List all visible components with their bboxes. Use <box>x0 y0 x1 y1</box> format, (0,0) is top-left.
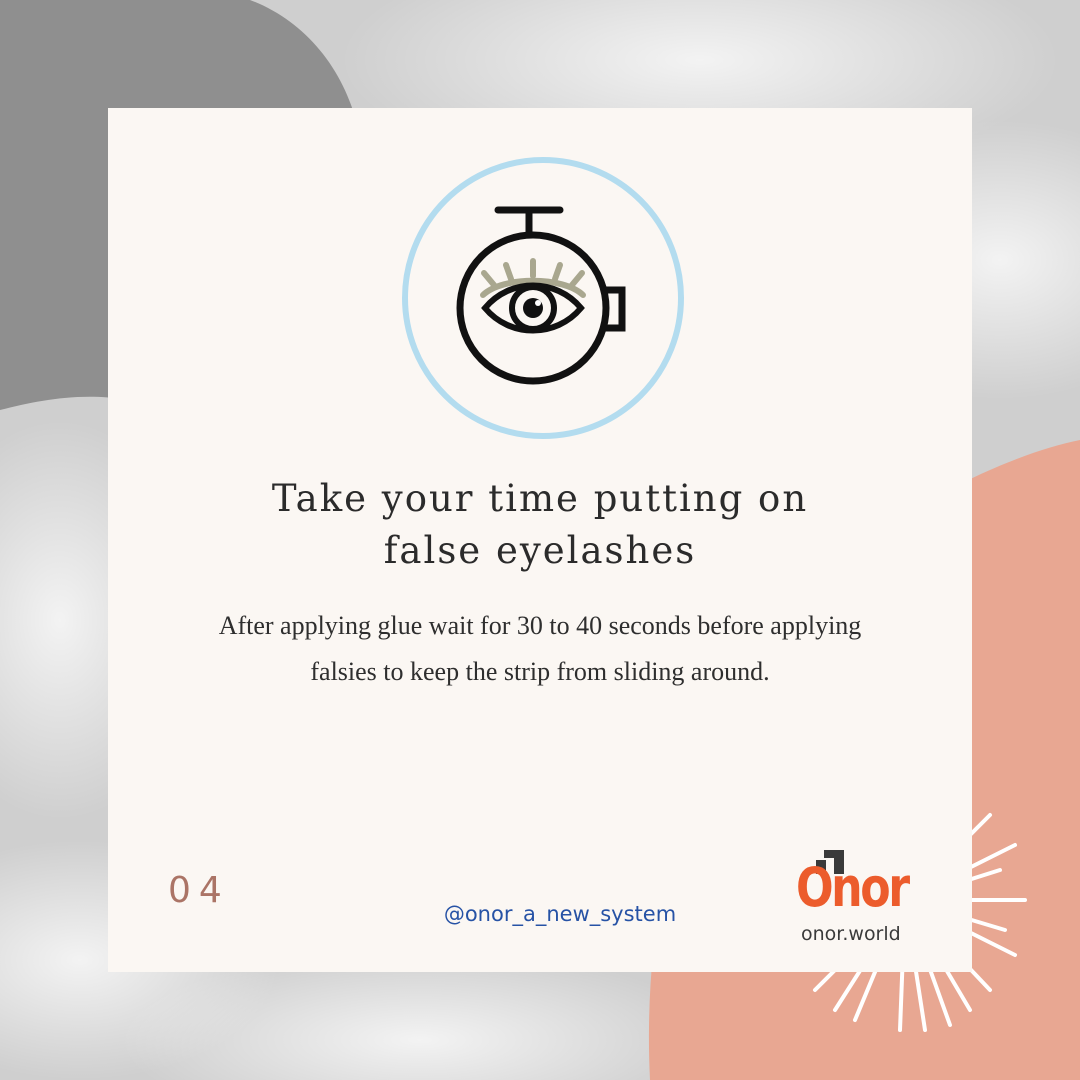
slide-body: After applying glue wait for 30 to 40 se… <box>148 603 932 695</box>
brand-site[interactable]: onor.world <box>801 923 901 945</box>
stopwatch-eye-icon <box>402 157 684 439</box>
content-card: Take your time putting on false eyelashe… <box>108 108 972 972</box>
title-line: Take your time putting on <box>271 477 809 520</box>
body-line: falsies to keep the strip from sliding a… <box>310 657 770 686</box>
body-line: After applying glue wait for 30 to 40 se… <box>218 611 862 640</box>
title-line: false eyelashes <box>383 529 697 572</box>
brand-logo: Onor onor.world <box>796 850 926 950</box>
brand-name: Onor <box>796 856 910 919</box>
slide-title: Take your time putting on false eyelashe… <box>108 473 972 577</box>
